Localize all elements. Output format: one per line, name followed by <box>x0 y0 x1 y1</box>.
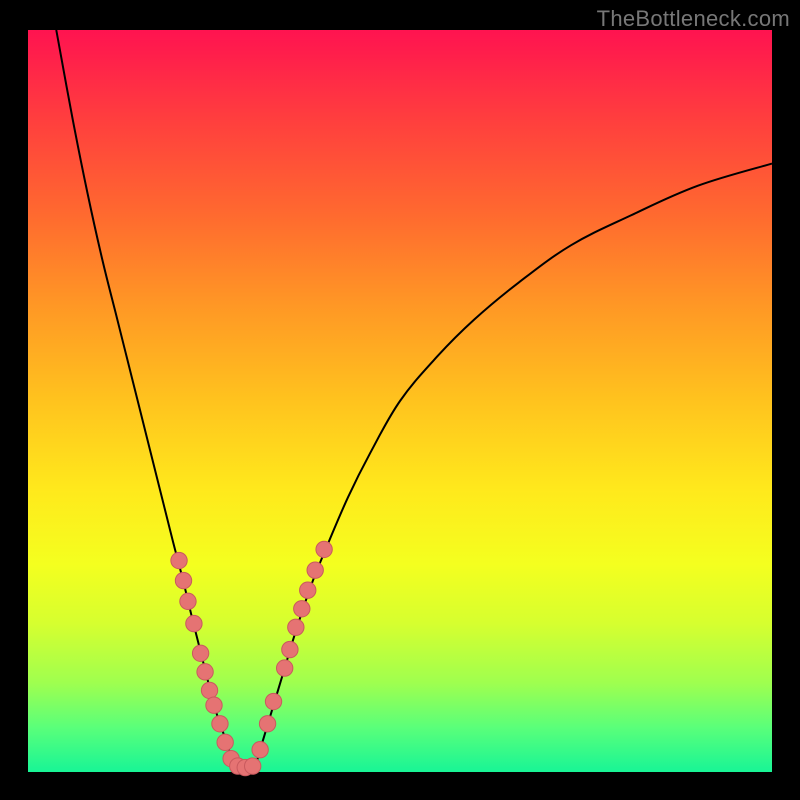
scatter-dot <box>300 582 316 598</box>
curve-right-branch <box>255 164 772 769</box>
chart-frame <box>28 30 772 772</box>
scatter-dot <box>276 660 292 676</box>
scatter-dot <box>307 562 323 578</box>
scatter-dot <box>197 664 213 680</box>
scatter-dot <box>294 601 310 617</box>
scatter-dot <box>175 572 191 588</box>
scatter-dot <box>186 615 202 631</box>
scatter-dot <box>316 541 332 557</box>
scatter-dot <box>282 641 298 657</box>
scatter-dot <box>201 682 217 698</box>
scatter-dots <box>171 541 332 776</box>
scatter-dot <box>171 552 187 568</box>
scatter-dot <box>245 758 261 774</box>
watermark-text: TheBottleneck.com <box>597 6 790 32</box>
scatter-dot <box>265 693 281 709</box>
scatter-dot <box>217 734 233 750</box>
scatter-dot <box>180 593 196 609</box>
scatter-dot <box>259 716 275 732</box>
scatter-dot <box>206 697 222 713</box>
scatter-dot <box>212 716 228 732</box>
scatter-dot <box>288 619 304 635</box>
scatter-dot <box>192 645 208 661</box>
bottleneck-curve <box>28 30 772 772</box>
scatter-dot <box>252 742 268 758</box>
